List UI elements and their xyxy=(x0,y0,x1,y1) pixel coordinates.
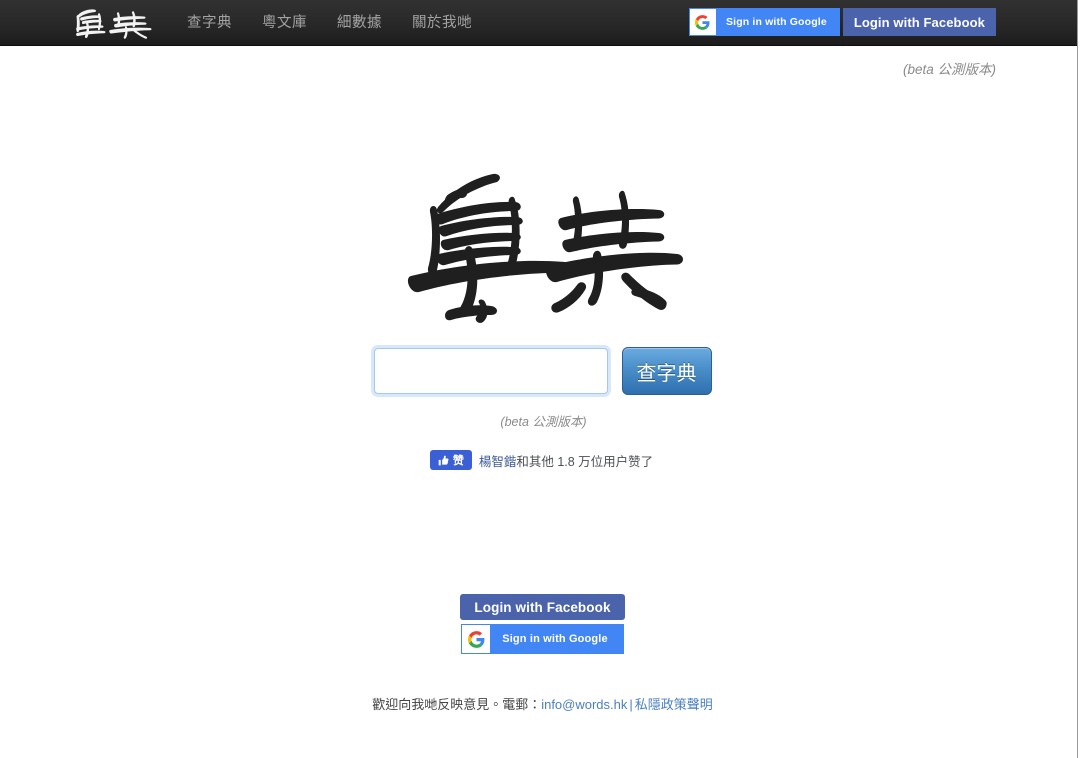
beta-notice-top: (beta 公測版本) xyxy=(902,62,996,77)
facebook-login-button-header[interactable]: Login with Facebook xyxy=(842,8,996,36)
facebook-liker-name[interactable]: 楊智鍇 xyxy=(479,455,517,469)
google-signin-label-header: Sign in with Google xyxy=(725,16,827,28)
facebook-like-count-text: 和其他 1.8 万位用户赞了 xyxy=(516,454,654,469)
brand-logo-link[interactable] xyxy=(70,2,156,42)
google-signin-button-bottom[interactable]: Sign in with Google xyxy=(461,624,624,654)
top-navbar: 查字典 粵文庫 細數據 關於我哋 Sign in with Google Log… xyxy=(0,0,1077,46)
footer-separator: | xyxy=(629,697,633,712)
footer: 歡迎向我哋反映意見。電郵：info@words.hk | 私隱政策聲明 xyxy=(0,694,1077,713)
search-input[interactable] xyxy=(373,348,608,394)
page-viewport: 查字典 粵文庫 細數據 關於我哋 Sign in with Google Log… xyxy=(0,0,1077,758)
google-signin-label-bottom: Sign in with Google xyxy=(502,633,608,645)
brand-logo-icon xyxy=(76,9,152,39)
facebook-like-label: 赞 xyxy=(452,455,464,467)
main-content: 查字典 (beta 公測版本) 赞 楊智鍇和其他 1.8 万位用户赞了 Logi… xyxy=(0,146,1077,713)
facebook-like-button[interactable]: 赞 xyxy=(429,450,472,470)
search-row: 查字典 xyxy=(0,347,1077,395)
navbar-auth-group: Sign in with Google Login with Facebook xyxy=(688,8,996,36)
facebook-like-widget: 赞 楊智鍇和其他 1.8 万位用户赞了 xyxy=(0,450,1077,470)
nav-link-about[interactable]: 關於我哋 xyxy=(397,0,487,46)
google-g-icon xyxy=(689,9,716,35)
navbar-inner: 查字典 粵文庫 細數據 關於我哋 Sign in with Google Log… xyxy=(0,0,1077,45)
nav-link-data[interactable]: 細數據 xyxy=(322,0,397,46)
google-signin-button-header[interactable]: Sign in with Google xyxy=(688,8,840,36)
facebook-like-text: 楊智鍇和其他 1.8 万位用户赞了 xyxy=(479,451,653,470)
footer-email-link[interactable]: info@words.hk xyxy=(541,697,627,712)
nav-link-library[interactable]: 粵文庫 xyxy=(247,0,322,46)
bottom-auth-group: Login with Facebook Sign in with Google xyxy=(0,594,1077,654)
navbar-links: 查字典 粵文庫 細數據 關於我哋 xyxy=(172,0,487,46)
footer-intro-text: 歡迎向我哋反映意見。電郵： xyxy=(372,697,542,712)
beta-notice-hero: (beta 公測版本) xyxy=(500,415,587,429)
nav-link-dictionary[interactable]: 查字典 xyxy=(172,0,247,46)
hero-logo xyxy=(0,146,1077,331)
footer-privacy-link[interactable]: 私隱政策聲明 xyxy=(635,697,713,712)
thumbs-up-icon xyxy=(438,455,449,466)
facebook-login-button-bottom[interactable]: Login with Facebook xyxy=(460,594,625,620)
search-submit-button[interactable]: 查字典 xyxy=(621,347,712,395)
hero-logo-icon xyxy=(407,173,683,323)
google-g-icon-bottom xyxy=(462,625,491,653)
